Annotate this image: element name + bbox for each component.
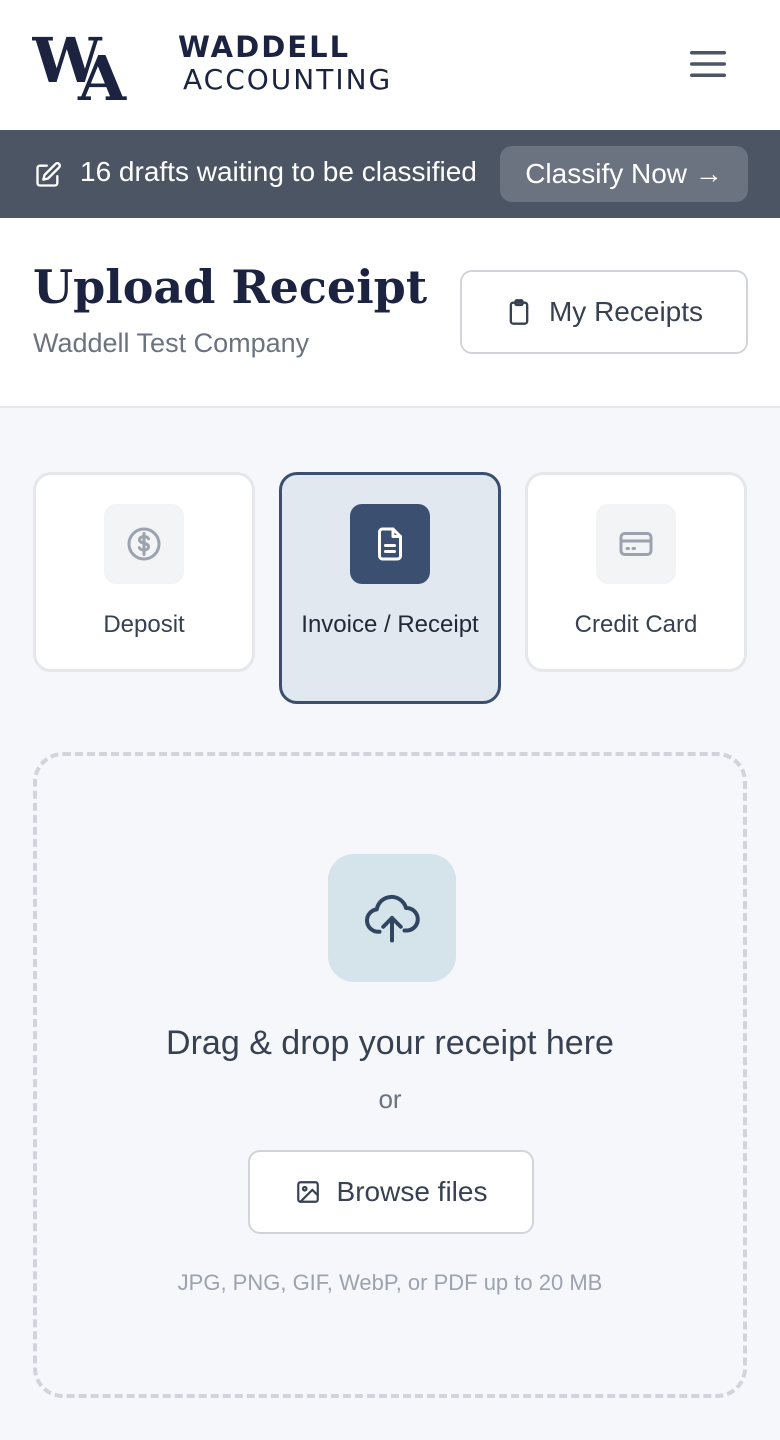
page-header: Upload Receipt Waddell Test Company My R… xyxy=(0,218,780,408)
cloud-upload-icon xyxy=(365,894,420,943)
classify-now-button[interactable]: Classify Now → xyxy=(500,146,748,202)
document-icon xyxy=(378,527,402,561)
type-icon-box xyxy=(104,504,184,584)
clipboard-icon xyxy=(509,299,529,325)
type-icon-box xyxy=(596,504,676,584)
wa-monogram-icon: W A xyxy=(32,26,127,102)
browse-files-label: Browse files xyxy=(336,1176,488,1207)
svg-text:A: A xyxy=(77,42,127,102)
type-icon-box xyxy=(350,504,430,584)
dropzone-file-hint: JPG, PNG, GIF, WebP, or PDF up to 20 MB xyxy=(177,1270,603,1295)
upload-icon-box xyxy=(328,854,456,982)
dropzone-title: Drag & drop your receipt here xyxy=(166,1024,614,1062)
dropzone-or: or xyxy=(378,1084,402,1114)
credit-card-icon xyxy=(619,532,653,556)
hamburger-menu-icon xyxy=(690,51,726,77)
my-receipts-button[interactable]: My Receipts xyxy=(460,270,748,354)
drafts-banner: 16 drafts waiting to be classified Class… xyxy=(0,130,780,218)
type-label-deposit: Deposit xyxy=(103,611,185,638)
type-card-invoice-receipt[interactable]: Invoice / Receipt xyxy=(279,472,501,704)
brand-name-line1: WADDELL xyxy=(178,30,351,64)
app-header: W A WADDELL ACCOUNTING xyxy=(0,0,780,130)
page-title: Upload Receipt xyxy=(33,260,428,314)
brand-name-line2: ACCOUNTING xyxy=(183,63,393,96)
image-icon xyxy=(296,1181,319,1203)
my-receipts-label: My Receipts xyxy=(548,296,704,327)
menu-button[interactable] xyxy=(680,42,736,86)
company-name: Waddell Test Company xyxy=(33,328,310,358)
brand-logo[interactable]: W A WADDELL ACCOUNTING xyxy=(32,26,390,104)
type-label-credit-card: Credit Card xyxy=(574,611,698,638)
dollar-circle-icon xyxy=(127,527,161,561)
type-card-deposit[interactable]: Deposit xyxy=(33,472,255,672)
drafts-message: 16 drafts waiting to be classified xyxy=(80,156,477,187)
type-label-invoice-receipt: Invoice / Receipt xyxy=(301,611,479,638)
browse-files-button[interactable]: Browse files xyxy=(248,1150,534,1234)
file-dropzone[interactable]: Drag & drop your receipt here or Browse … xyxy=(33,752,747,1398)
edit-icon xyxy=(36,162,61,187)
type-card-credit-card[interactable]: Credit Card xyxy=(525,472,747,672)
